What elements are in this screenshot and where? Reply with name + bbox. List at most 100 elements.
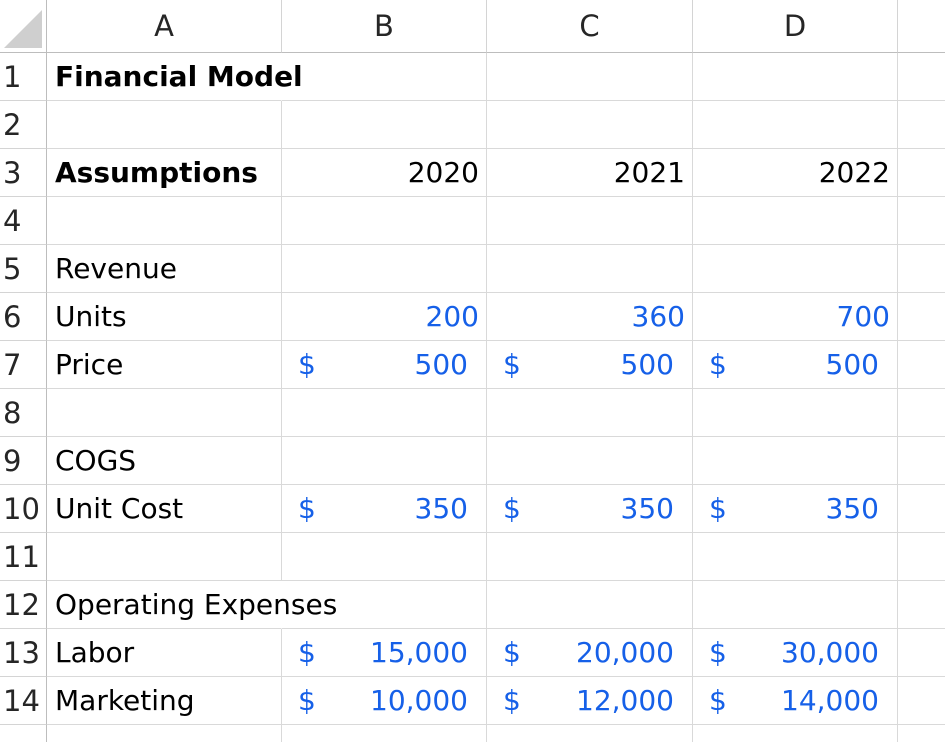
cell-e14[interactable]	[898, 677, 945, 725]
year-2021: 2021	[613, 156, 685, 189]
row-header-5[interactable]: 5	[0, 245, 47, 293]
cell-d2[interactable]	[693, 101, 898, 149]
row-header-9[interactable]: 9	[0, 437, 47, 485]
cell-a5[interactable]: Revenue	[47, 245, 282, 293]
row-header-13[interactable]: 13	[0, 629, 47, 677]
column-header-e[interactable]	[898, 0, 945, 53]
cell-e1[interactable]	[898, 53, 945, 101]
row-header-12[interactable]: 12	[0, 581, 47, 629]
currency-symbol: $	[503, 348, 521, 381]
cell-d14[interactable]: $ 14,000	[693, 677, 898, 725]
cell-d10[interactable]: $ 350	[693, 485, 898, 533]
cell-a1[interactable]: Financial Model	[47, 53, 303, 101]
row-header-15[interactable]: 15	[0, 725, 47, 742]
cell-c11[interactable]	[487, 533, 693, 581]
cell-e7[interactable]	[898, 341, 945, 389]
cell-c3[interactable]: 2021	[487, 149, 693, 197]
select-all-corner[interactable]	[0, 0, 47, 53]
cell-c9[interactable]	[487, 437, 693, 485]
row-header-10[interactable]: 10	[0, 485, 47, 533]
cell-e2[interactable]	[898, 101, 945, 149]
cell-b5[interactable]	[282, 245, 487, 293]
cell-a9[interactable]: COGS	[47, 437, 282, 485]
cell-e10[interactable]	[898, 485, 945, 533]
cell-b13[interactable]: $ 15,000	[282, 629, 487, 677]
cell-d12[interactable]	[693, 581, 898, 629]
cell-d13[interactable]: $ 30,000	[693, 629, 898, 677]
cell-d5[interactable]	[693, 245, 898, 293]
cell-a15[interactable]	[47, 725, 282, 742]
cell-d1[interactable]	[693, 53, 898, 101]
cell-d7[interactable]: $ 500	[693, 341, 898, 389]
cell-c13[interactable]: $ 20,000	[487, 629, 693, 677]
cell-b15[interactable]	[282, 725, 487, 742]
cell-e6[interactable]	[898, 293, 945, 341]
labor-2021-value: 20,000	[576, 636, 674, 669]
cell-a8[interactable]	[47, 389, 282, 437]
cell-a4[interactable]	[47, 197, 282, 245]
cell-e11[interactable]	[898, 533, 945, 581]
cell-e8[interactable]	[898, 389, 945, 437]
cell-e5[interactable]	[898, 245, 945, 293]
column-header-c[interactable]: C	[487, 0, 693, 53]
cell-b1[interactable]	[282, 53, 487, 101]
cell-d4[interactable]	[693, 197, 898, 245]
cell-d11[interactable]	[693, 533, 898, 581]
row-header-2[interactable]: 2	[0, 101, 47, 149]
cogs-label: COGS	[55, 444, 137, 477]
cell-c7[interactable]: $ 500	[487, 341, 693, 389]
column-header-b[interactable]: B	[282, 0, 487, 53]
cell-b14[interactable]: $ 10,000	[282, 677, 487, 725]
row-header-4[interactable]: 4	[0, 197, 47, 245]
row-header-8[interactable]: 8	[0, 389, 47, 437]
cell-c1[interactable]	[487, 53, 693, 101]
cell-b7[interactable]: $ 500	[282, 341, 487, 389]
marketing-label: Marketing	[55, 684, 195, 717]
cell-a7[interactable]: Price	[47, 341, 282, 389]
cell-a6[interactable]: Units	[47, 293, 282, 341]
cell-a3[interactable]: Assumptions	[47, 149, 282, 197]
cell-b2[interactable]	[282, 101, 487, 149]
cell-c4[interactable]	[487, 197, 693, 245]
cell-c2[interactable]	[487, 101, 693, 149]
cell-b11[interactable]	[282, 533, 487, 581]
cell-b3[interactable]: 2020	[282, 149, 487, 197]
cell-b6[interactable]: 200	[282, 293, 487, 341]
row-header-6[interactable]: 6	[0, 293, 47, 341]
row-header-3[interactable]: 3	[0, 149, 47, 197]
cell-e9[interactable]	[898, 437, 945, 485]
cell-a11[interactable]	[47, 533, 282, 581]
row-header-7[interactable]: 7	[0, 341, 47, 389]
cell-e3[interactable]	[898, 149, 945, 197]
cell-c5[interactable]	[487, 245, 693, 293]
cell-b10[interactable]: $ 350	[282, 485, 487, 533]
cell-c10[interactable]: $ 350	[487, 485, 693, 533]
column-header-a[interactable]: A	[47, 0, 282, 53]
cell-a10[interactable]: Unit Cost	[47, 485, 282, 533]
cell-e15[interactable]	[898, 725, 945, 742]
cell-d15[interactable]	[693, 725, 898, 742]
cell-c15[interactable]	[487, 725, 693, 742]
cell-e4[interactable]	[898, 197, 945, 245]
cell-b4[interactable]	[282, 197, 487, 245]
cell-c6[interactable]: 360	[487, 293, 693, 341]
cell-d9[interactable]	[693, 437, 898, 485]
row-header-14[interactable]: 14	[0, 677, 47, 725]
cell-c12[interactable]	[487, 581, 693, 629]
cell-d8[interactable]	[693, 389, 898, 437]
cell-a2[interactable]	[47, 101, 282, 149]
cell-e12[interactable]	[898, 581, 945, 629]
cell-e13[interactable]	[898, 629, 945, 677]
cell-c8[interactable]	[487, 389, 693, 437]
row-header-11[interactable]: 11	[0, 533, 47, 581]
row-header-1[interactable]: 1	[0, 53, 47, 101]
cell-d3[interactable]: 2022	[693, 149, 898, 197]
cell-c14[interactable]: $ 12,000	[487, 677, 693, 725]
cell-b8[interactable]	[282, 389, 487, 437]
cell-a14[interactable]: Marketing	[47, 677, 282, 725]
cell-a13[interactable]: Labor	[47, 629, 282, 677]
cell-a12[interactable]: Operating Expenses	[47, 581, 337, 629]
column-header-d[interactable]: D	[693, 0, 898, 53]
cell-b9[interactable]	[282, 437, 487, 485]
cell-d6[interactable]: 700	[693, 293, 898, 341]
